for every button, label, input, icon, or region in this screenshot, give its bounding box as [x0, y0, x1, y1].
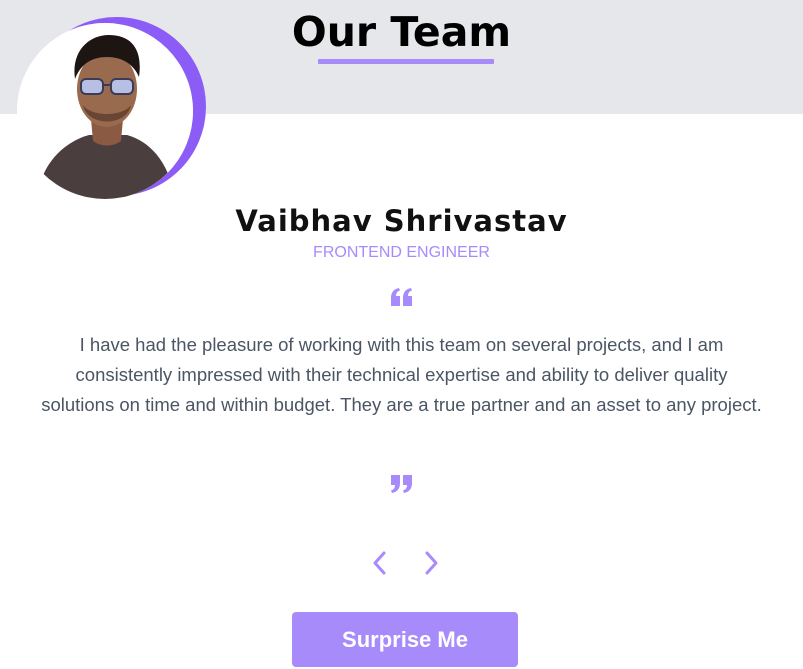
avatar: [17, 23, 193, 199]
testimonial-text: I have had the pleasure of working with …: [41, 334, 762, 415]
title-underline: [318, 59, 494, 64]
quote-left-icon: [0, 288, 803, 310]
surprise-me-button[interactable]: Surprise Me: [292, 612, 518, 667]
prev-button[interactable]: [364, 548, 394, 578]
avatar-photo: [17, 23, 193, 199]
chevron-left-icon: [373, 551, 386, 575]
chevron-right-icon: [425, 551, 438, 575]
member-role: FRONTEND ENGINEER: [313, 244, 490, 261]
quote-right-icon: [0, 475, 803, 497]
member-name: Vaibhav Shrivastav: [235, 204, 568, 238]
next-button[interactable]: [417, 548, 447, 578]
